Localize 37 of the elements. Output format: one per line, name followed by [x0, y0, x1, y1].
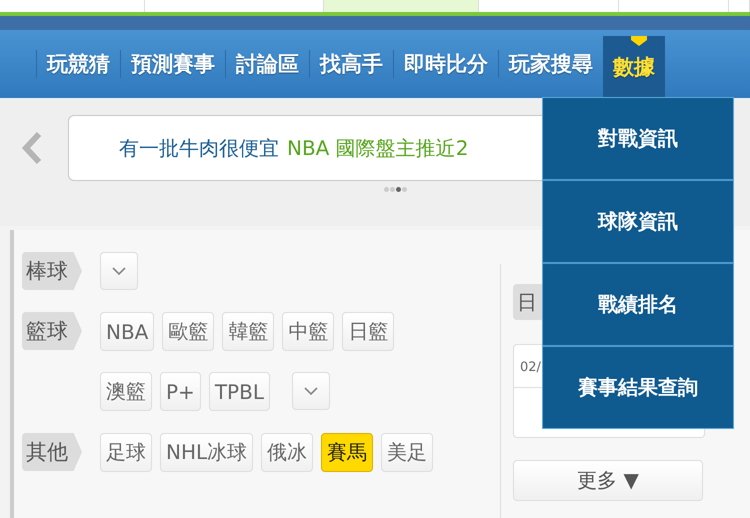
league-chip[interactable]: 澳籃 [100, 372, 152, 411]
league-chip[interactable]: 中籃 [282, 312, 334, 351]
chevron-left-icon[interactable] [20, 131, 44, 165]
category-label: 其他 [22, 433, 82, 471]
page-dot[interactable] [384, 187, 389, 192]
expand-button[interactable] [100, 252, 138, 290]
nav-tab[interactable]: 找高手 [309, 50, 393, 78]
nav-tab[interactable]: 即時比分 [393, 50, 498, 78]
category-label: 棒球 [22, 252, 82, 290]
league-chip[interactable]: 美足 [381, 433, 434, 472]
more-button[interactable]: 更多 ▼ [513, 460, 703, 501]
league-chip[interactable]: TPBL [208, 372, 270, 411]
nav-tab[interactable]: 數據 [603, 36, 665, 98]
league-chip[interactable]: 韓籃 [222, 312, 274, 351]
nav-tab[interactable]: 預測賽事 [120, 50, 225, 78]
nav-tab[interactable]: 玩競猜 [36, 50, 120, 78]
chevron-down-icon [302, 386, 319, 396]
league-chip[interactable]: P+ [160, 372, 201, 411]
league-chip[interactable]: 俄冰 [261, 433, 314, 472]
category-label: 籃球 [22, 312, 82, 350]
page-dot[interactable] [396, 187, 401, 192]
banner-headline: NBA 國際盤主推近2 [287, 134, 468, 162]
league-chip[interactable]: 歐籃 [162, 312, 214, 351]
page-dot[interactable] [390, 187, 395, 192]
page-dot[interactable] [402, 187, 407, 192]
date-text: 02/ [520, 360, 541, 375]
league-chip[interactable]: 日籃 [342, 312, 394, 351]
nav-tab[interactable]: 討論區 [225, 50, 309, 78]
league-chip[interactable]: 賽馬 [321, 433, 374, 472]
browser-tab[interactable] [324, 0, 480, 12]
pointer-icon [631, 36, 647, 46]
league-chip[interactable]: 足球 [100, 433, 152, 472]
chevron-down-icon [111, 266, 127, 276]
banner-headline: 有一批牛肉很便宜 [119, 134, 279, 162]
league-chip[interactable]: NHL冰球 [160, 433, 254, 472]
expand-button[interactable] [292, 372, 330, 410]
league-chip[interactable]: NBA [100, 312, 154, 351]
